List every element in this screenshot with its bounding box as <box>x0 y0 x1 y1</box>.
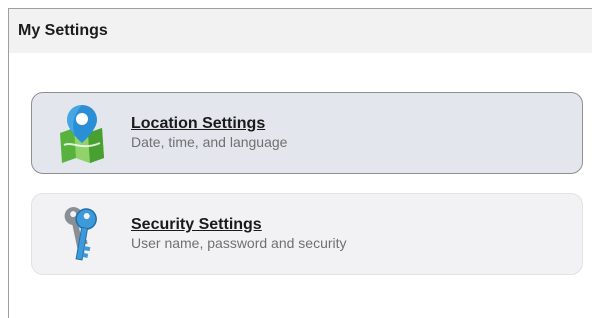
location-settings-title[interactable]: Location Settings <box>131 115 287 133</box>
page-title: My Settings <box>18 22 108 39</box>
panel-header: My Settings <box>9 9 592 53</box>
location-settings-subtitle: Date, time, and language <box>131 134 288 150</box>
settings-panel: My Settings Location Settings Date, time… <box>8 8 592 318</box>
security-settings-card[interactable]: Security Settings User name, password an… <box>31 193 583 275</box>
security-settings-title[interactable]: Security Settings <box>131 216 347 234</box>
map-pin-icon <box>60 105 104 163</box>
security-settings-subtitle: User name, password and security <box>131 235 347 251</box>
keys-icon <box>64 207 97 261</box>
location-settings-card[interactable]: Location Settings Date, time, and langua… <box>31 92 583 174</box>
